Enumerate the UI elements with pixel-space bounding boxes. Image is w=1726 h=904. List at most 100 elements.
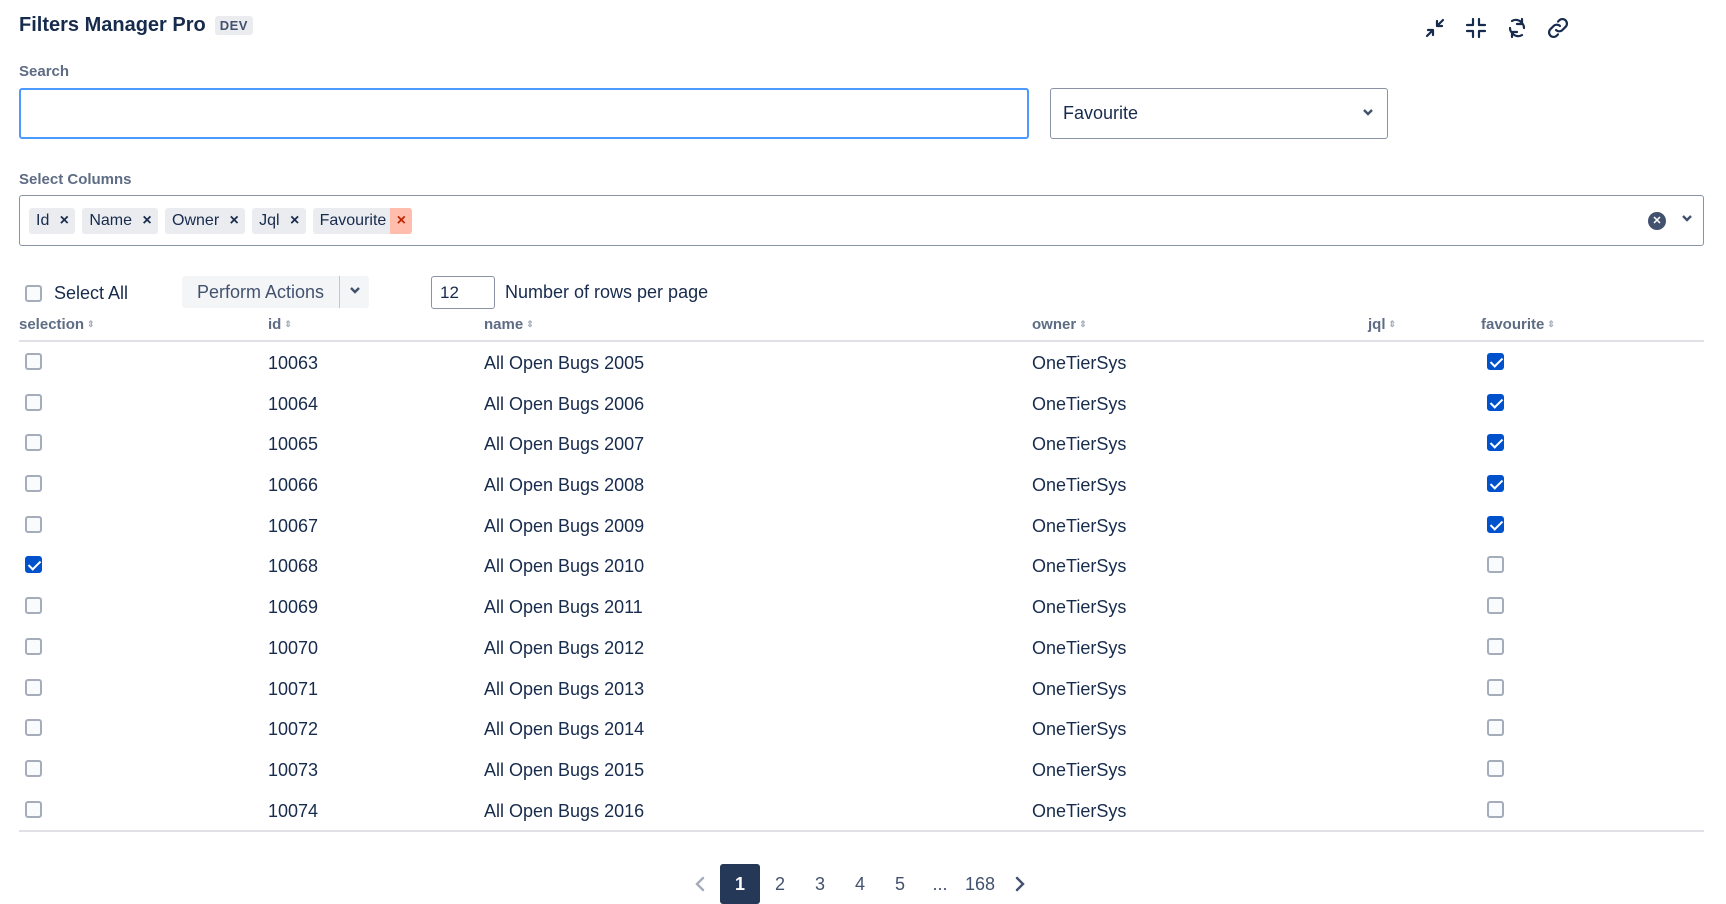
table-row: 10064 All Open Bugs 2006 OneTierSys bbox=[19, 383, 1704, 424]
row-select-checkbox[interactable] bbox=[25, 556, 42, 574]
cell-id: 10067 bbox=[268, 515, 319, 536]
column-chip-owner: Owner × bbox=[165, 207, 246, 234]
collapse-icon[interactable] bbox=[1462, 14, 1490, 42]
favourite-checkbox[interactable] bbox=[1487, 475, 1504, 493]
favourite-checkbox[interactable] bbox=[1487, 637, 1504, 655]
column-chip-favourite: Favourite × bbox=[312, 207, 413, 234]
page-button[interactable]: 4 bbox=[840, 864, 880, 904]
cell-name: All Open Bugs 2008 bbox=[484, 475, 645, 496]
sort-icon: ⇕ bbox=[87, 319, 95, 329]
clear-all-icon[interactable]: ✕ bbox=[1648, 211, 1666, 230]
favourite-checkbox[interactable] bbox=[1487, 719, 1504, 737]
cell-name: All Open Bugs 2010 bbox=[484, 556, 645, 577]
env-badge: DEV bbox=[214, 16, 253, 35]
cell-name: All Open Bugs 2015 bbox=[484, 759, 645, 780]
chip-label: Owner bbox=[172, 211, 220, 229]
page-button[interactable]: 5 bbox=[880, 864, 920, 904]
pagination-ellipsis: ... bbox=[932, 873, 948, 894]
minimize-icon[interactable] bbox=[1421, 14, 1449, 42]
row-select-checkbox[interactable] bbox=[25, 475, 42, 493]
page-button[interactable]: 3 bbox=[800, 864, 840, 904]
cell-owner: OneTierSys bbox=[1032, 759, 1127, 780]
columns-controls: ✕ bbox=[1648, 211, 1694, 230]
table-row: 10071 All Open Bugs 2013 OneTierSys bbox=[19, 668, 1704, 709]
favourite-checkbox[interactable] bbox=[1487, 353, 1504, 370]
cell-name: All Open Bugs 2013 bbox=[484, 678, 645, 699]
chip-label: Name bbox=[89, 211, 133, 229]
header-name[interactable]: name ⇕ bbox=[484, 316, 534, 333]
row-select-checkbox[interactable] bbox=[25, 800, 42, 818]
header-favourite[interactable]: favourite ⇕ bbox=[1481, 316, 1555, 333]
row-select-checkbox[interactable] bbox=[25, 597, 42, 615]
remove-chip-icon[interactable]: × bbox=[390, 207, 413, 234]
cell-name: All Open Bugs 2007 bbox=[484, 434, 645, 455]
select-all-checkbox[interactable] bbox=[25, 284, 42, 302]
table-toolbar: Select All Perform Actions Number of row… bbox=[25, 276, 725, 310]
table-row: 10066 All Open Bugs 2008 OneTierSys bbox=[19, 464, 1704, 505]
cell-id: 10066 bbox=[268, 475, 319, 496]
row-select-checkbox[interactable] bbox=[25, 353, 42, 370]
perform-actions-dropdown[interactable] bbox=[339, 276, 369, 308]
cell-owner: OneTierSys bbox=[1032, 800, 1127, 821]
filters-table: selection ⇕ id ⇕ name ⇕ owner ⇕ jql ⇕ favouri… bbox=[19, 313, 1704, 833]
favourite-checkbox[interactable] bbox=[1487, 556, 1504, 574]
row-select-checkbox[interactable] bbox=[25, 515, 42, 533]
sort-icon: ⇕ bbox=[526, 319, 534, 329]
app-title: Filters Manager Pro bbox=[19, 14, 206, 36]
columns-label: Select Columns bbox=[19, 171, 132, 188]
next-page-icon[interactable] bbox=[1000, 864, 1040, 904]
row-select-checkbox[interactable] bbox=[25, 759, 42, 777]
header-jql[interactable]: jql ⇕ bbox=[1368, 316, 1396, 333]
column-chip-id: Id × bbox=[29, 207, 76, 234]
filter-select[interactable]: Favourite bbox=[1050, 88, 1388, 139]
row-select-checkbox[interactable] bbox=[25, 637, 42, 655]
favourite-checkbox[interactable] bbox=[1487, 759, 1504, 777]
remove-chip-icon[interactable]: × bbox=[136, 208, 158, 234]
row-select-checkbox[interactable] bbox=[25, 434, 42, 452]
header-id[interactable]: id ⇕ bbox=[268, 316, 292, 333]
page-button[interactable]: 168 bbox=[960, 864, 1000, 904]
chevron-down-icon bbox=[348, 283, 362, 302]
cell-name: All Open Bugs 2006 bbox=[484, 393, 645, 414]
header-owner[interactable]: owner ⇕ bbox=[1032, 316, 1087, 333]
favourite-checkbox[interactable] bbox=[1487, 515, 1504, 533]
search-input[interactable] bbox=[19, 88, 1029, 139]
header-selection[interactable]: selection ⇕ bbox=[19, 316, 95, 333]
perform-actions-button[interactable]: Perform Actions bbox=[182, 276, 339, 308]
sort-icon: ⇕ bbox=[1547, 319, 1555, 329]
favourite-checkbox[interactable] bbox=[1487, 678, 1504, 696]
rows-per-page-label: Number of rows per page bbox=[505, 282, 709, 302]
rows-per-page-input[interactable] bbox=[431, 276, 495, 309]
cell-name: All Open Bugs 2011 bbox=[484, 597, 643, 618]
table-row: 10069 All Open Bugs 2011 OneTierSys bbox=[19, 586, 1704, 627]
page-button[interactable]: 2 bbox=[760, 864, 800, 904]
table-row: 10070 All Open Bugs 2012 OneTierSys bbox=[19, 627, 1704, 668]
remove-chip-icon[interactable]: × bbox=[223, 208, 245, 234]
row-select-checkbox[interactable] bbox=[25, 678, 42, 696]
favourite-checkbox[interactable] bbox=[1487, 434, 1504, 452]
filter-select-value: Favourite bbox=[1063, 103, 1139, 123]
page-button[interactable]: 1 bbox=[720, 864, 760, 904]
cell-id: 10068 bbox=[268, 556, 319, 577]
favourite-checkbox[interactable] bbox=[1487, 800, 1504, 818]
cell-id: 10070 bbox=[268, 637, 319, 658]
cell-owner: OneTierSys bbox=[1032, 678, 1127, 699]
columns-multiselect[interactable]: Id × Name × Owner × Jql × Favourite × ✕ bbox=[19, 195, 1704, 246]
favourite-checkbox[interactable] bbox=[1487, 393, 1504, 411]
cell-name: All Open Bugs 2016 bbox=[484, 800, 645, 821]
cell-id: 10071 bbox=[268, 678, 319, 699]
remove-chip-icon[interactable]: × bbox=[284, 208, 306, 234]
cell-id: 10073 bbox=[268, 759, 319, 780]
remove-chip-icon[interactable]: × bbox=[53, 208, 75, 234]
prev-page-icon[interactable] bbox=[680, 864, 720, 904]
cell-id: 10063 bbox=[268, 353, 319, 373]
table-row: 10067 All Open Bugs 2009 OneTierSys bbox=[19, 505, 1704, 546]
row-select-checkbox[interactable] bbox=[25, 719, 42, 737]
chevron-down-icon[interactable] bbox=[1680, 211, 1694, 230]
cell-owner: OneTierSys bbox=[1032, 719, 1127, 740]
link-icon[interactable] bbox=[1544, 14, 1572, 42]
cell-owner: OneTierSys bbox=[1032, 393, 1127, 414]
refresh-icon[interactable] bbox=[1503, 14, 1531, 42]
favourite-checkbox[interactable] bbox=[1487, 597, 1504, 615]
row-select-checkbox[interactable] bbox=[25, 393, 42, 411]
